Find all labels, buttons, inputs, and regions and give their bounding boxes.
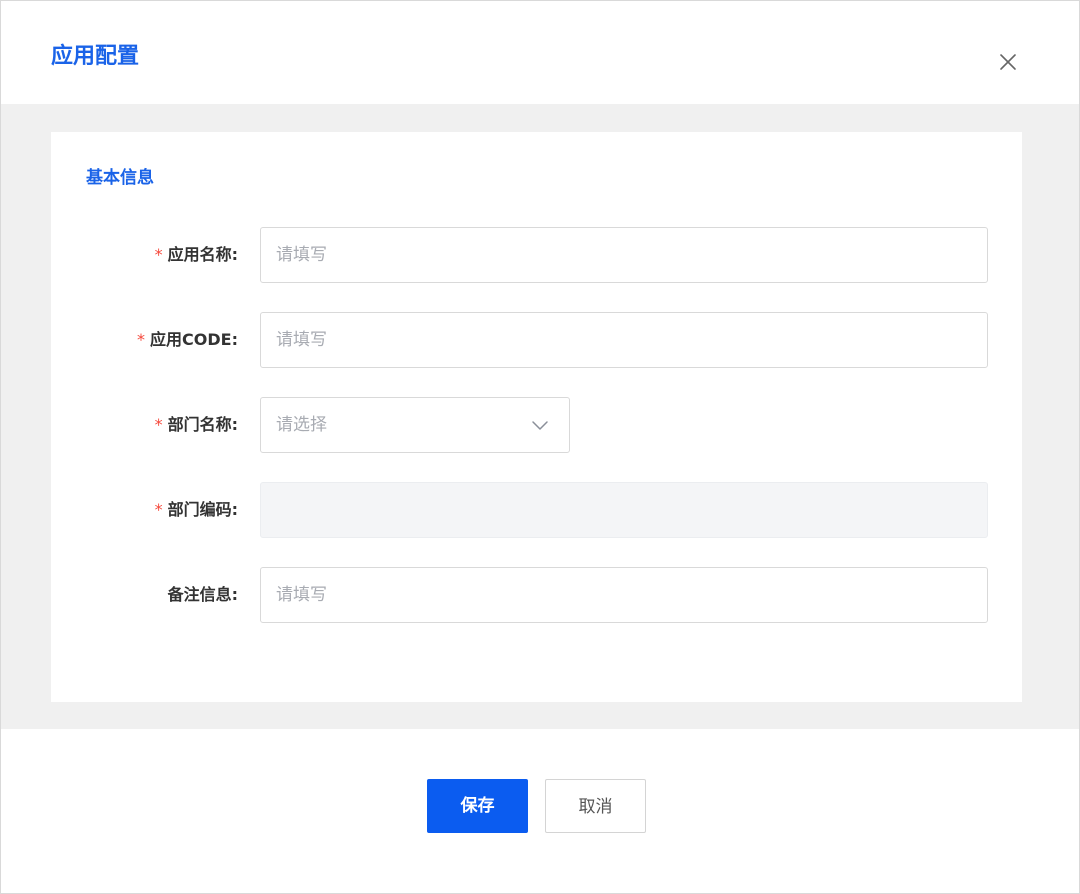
app-name-placeholder: 请填写 (276, 245, 327, 265)
form-row-remark: 备注信息: 请填写 (51, 567, 1022, 623)
dept-code-input (260, 482, 988, 538)
app-name-label-text: 应用名称: (167, 245, 238, 264)
remark-input[interactable]: 请填写 (260, 567, 988, 623)
required-mark: * (154, 500, 163, 519)
required-mark: * (154, 245, 163, 264)
remark-placeholder: 请填写 (276, 585, 327, 605)
dept-name-placeholder: 请选择 (276, 415, 327, 435)
app-code-label-text: 应用CODE: (150, 330, 238, 349)
required-mark: * (137, 330, 146, 349)
required-mark: * (154, 415, 163, 434)
dialog-title: 应用配置 (51, 44, 140, 69)
chevron-down-icon (532, 421, 548, 430)
dept-name-select[interactable]: 请选择 (260, 397, 570, 453)
dialog-body: 基本信息 * 应用名称: 请填写 * 应用CODE: 请填写 * 部门名称: 请选择 (1, 104, 1079, 729)
cancel-button[interactable]: 取消 (545, 779, 646, 833)
dialog-footer: 保存 取消 (1, 729, 1079, 893)
close-icon (1000, 54, 1016, 70)
app-name-label: * 应用名称: (155, 227, 238, 283)
form-card: 基本信息 * 应用名称: 请填写 * 应用CODE: 请填写 * 部门名称: 请选择 (51, 132, 1022, 702)
form-row-dept-name: * 部门名称: 请选择 (51, 397, 1022, 453)
app-name-input[interactable]: 请填写 (260, 227, 988, 283)
dept-name-label: * 部门名称: (155, 397, 238, 453)
close-button[interactable] (995, 49, 1021, 75)
app-code-input[interactable]: 请填写 (260, 312, 988, 368)
section-title: 基本信息 (86, 168, 154, 188)
dialog-header: 应用配置 (1, 1, 1079, 104)
dept-code-label-text: 部门编码: (167, 500, 238, 519)
dept-code-label: * 部门编码: (155, 482, 238, 538)
form-row-app-code: * 应用CODE: 请填写 (51, 312, 1022, 368)
save-button[interactable]: 保存 (427, 779, 528, 833)
form-row-app-name: * 应用名称: 请填写 (51, 227, 1022, 283)
app-code-placeholder: 请填写 (276, 330, 327, 350)
remark-label: 备注信息: (167, 585, 238, 604)
app-config-dialog: 应用配置 基本信息 * 应用名称: 请填写 * 应用CODE: 请填写 * 部门… (0, 0, 1080, 894)
app-code-label: * 应用CODE: (137, 312, 238, 368)
dept-name-label-text: 部门名称: (167, 415, 238, 434)
form-row-dept-code: * 部门编码: (51, 482, 1022, 538)
